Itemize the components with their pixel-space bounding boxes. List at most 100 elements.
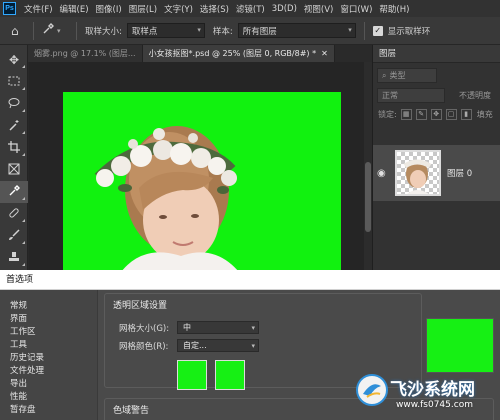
menu-3d[interactable]: 3D(D) — [272, 4, 297, 14]
menu-image[interactable]: 图像(I) — [96, 3, 122, 15]
opacity-label: 不透明度 — [459, 91, 491, 100]
category-workspace[interactable]: 工作区 — [0, 326, 97, 339]
lock-position-icon[interactable]: ✥ — [430, 109, 442, 120]
grid-color-select[interactable]: 自定... ▾ — [177, 339, 259, 352]
grid-size-value: 中 — [183, 323, 191, 332]
girl-photo — [94, 126, 238, 270]
eye-icon[interactable]: ◉ — [377, 168, 391, 179]
flyout-indicator — [22, 263, 25, 266]
blend-mode-value: 正常 — [382, 91, 398, 100]
chevron-down-icon: ▾ — [197, 26, 201, 34]
grid-color-swatch-1[interactable] — [177, 360, 207, 390]
divider — [363, 21, 365, 40]
stamp-icon — [8, 251, 20, 266]
lasso-tool[interactable] — [0, 93, 28, 115]
layer-name[interactable]: 图层 0 — [447, 167, 472, 179]
tab-label: 烟雾.png @ 17.1% (图层... — [34, 49, 136, 58]
layer-filter-select[interactable]: ⌕ 类型 — [377, 68, 437, 83]
category-performance[interactable]: 性能 — [0, 391, 97, 404]
menu-window[interactable]: 窗口(W) — [340, 3, 372, 15]
category-export[interactable]: 导出 — [0, 378, 97, 391]
sample-select[interactable]: 所有图层 ▾ — [237, 23, 356, 38]
layers-panel: 图层 ⌕ 类型 正常 不透明度 锁定: ▦ ✎ ✥ ▢ ▮ 填充 ◉ 图层 0 — [372, 45, 500, 270]
menu-help[interactable]: 帮助(H) — [379, 3, 409, 15]
menu-filter[interactable]: 滤镜(T) — [236, 3, 265, 15]
scrollbar-thumb[interactable] — [365, 162, 371, 232]
clone-stamp-tool[interactable] — [0, 247, 28, 269]
lasso-icon — [8, 97, 20, 112]
options-bar: ⌂ ▾ 取样大小: 取样点 ▾ 样本: 所有图层 ▾ ✓ 显示取样环 — [0, 17, 500, 45]
artboard[interactable] — [63, 92, 341, 270]
vertical-scrollbar[interactable] — [364, 62, 372, 270]
menu-bar: Ps 文件(F) 编辑(E) 图像(I) 图层(L) 文字(Y) 选择(S) 滤… — [0, 0, 500, 17]
watermark-logo — [356, 374, 388, 406]
category-interface[interactable]: 界面 — [0, 313, 97, 326]
category-history[interactable]: 历史记录 — [0, 352, 97, 365]
menu-file[interactable]: 文件(F) — [24, 3, 53, 15]
lock-label: 锁定: — [378, 110, 397, 119]
grid-size-label: 网格大小(G): — [119, 323, 170, 334]
category-general[interactable]: 常规 — [0, 300, 97, 313]
marquee-tool[interactable] — [0, 71, 28, 93]
lock-artboard-icon[interactable]: ▢ — [445, 109, 457, 120]
blend-mode-select[interactable]: 正常 — [377, 88, 445, 103]
grid-size-select[interactable]: 中 ▾ — [177, 321, 259, 334]
chevron-down-icon: ▾ — [251, 342, 255, 350]
brush-tool[interactable] — [0, 225, 28, 247]
lock-all-icon[interactable]: ▮ — [460, 109, 472, 120]
tab-layers[interactable]: 图层 — [373, 45, 500, 63]
menu-layer[interactable]: 图层(L) — [129, 3, 157, 15]
grid-color-swatch-2[interactable] — [215, 360, 245, 390]
photoshop-logo-icon[interactable]: Ps — [3, 2, 16, 15]
flyout-indicator — [22, 197, 25, 200]
grid-color-label: 网格颜色(R): — [119, 341, 169, 352]
healing-brush-icon — [8, 207, 20, 222]
eyedropper-tool[interactable] — [0, 181, 28, 203]
tab-label: 小女孩抠图*.psd @ 25% (图层 0, RGB/8#) * — [148, 49, 317, 58]
flyout-indicator — [22, 131, 25, 134]
crop-tool[interactable] — [0, 137, 28, 159]
category-scratch-disks[interactable]: 暂存盘 — [0, 404, 97, 417]
sample-size-select[interactable]: 取样点 ▾ — [126, 23, 205, 38]
document-canvas[interactable] — [29, 62, 364, 270]
layer-thumbnail — [395, 150, 441, 196]
dialog-title: 首选项 — [0, 270, 500, 290]
marquee-icon — [8, 75, 20, 89]
healing-brush-tool[interactable] — [0, 203, 28, 225]
move-tool[interactable]: ✥ — [0, 49, 28, 71]
eyedropper-icon — [42, 23, 54, 38]
category-file-handling[interactable]: 文件处理 — [0, 365, 97, 378]
lock-pixels-icon[interactable]: ✎ — [415, 109, 427, 120]
sample-label: 样本: — [212, 26, 233, 37]
group-title: 色域警告 — [113, 406, 150, 416]
magic-wand-tool[interactable] — [0, 115, 28, 137]
category-list: 常规 界面 工作区 工具 历史记录 文件处理 导出 性能 暂存盘 — [0, 290, 98, 420]
sample-value: 所有图层 — [242, 26, 277, 37]
frame-icon — [8, 163, 20, 178]
group-title: 透明区域设置 — [113, 301, 168, 311]
frame-tool[interactable] — [0, 159, 28, 181]
layer-filter-value: 类型 — [389, 71, 406, 80]
sample-size-value: 取样点 — [131, 26, 158, 37]
flyout-indicator — [22, 87, 25, 90]
tools-panel: ✥ — [0, 45, 28, 288]
show-ring-checkbox[interactable]: ✓ — [372, 25, 383, 36]
tool-preset-picker[interactable]: ▾ — [42, 23, 68, 38]
menu-select[interactable]: 选择(S) — [200, 3, 229, 15]
home-icon[interactable]: ⌂ — [11, 24, 25, 38]
layer-row[interactable]: ◉ 图层 0 — [373, 145, 500, 201]
lock-transparent-icon[interactable]: ▦ — [400, 109, 412, 120]
close-icon[interactable]: ✕ — [321, 45, 328, 62]
tab-girl-document[interactable]: 小女孩抠图*.psd @ 25% (图层 0, RGB/8#) * ✕ — [142, 45, 335, 62]
tab-smoke-document[interactable]: 烟雾.png @ 17.1% (图层... — [28, 45, 143, 62]
chevron-down-icon: ▾ — [348, 26, 352, 34]
menu-edit[interactable]: 编辑(E) — [60, 3, 89, 15]
watermark-url: www.fs0745.com — [396, 400, 473, 410]
category-tools[interactable]: 工具 — [0, 339, 97, 352]
menu-type[interactable]: 文字(Y) — [164, 3, 193, 15]
sample-size-label: 取样大小: — [85, 26, 122, 37]
brush-icon — [8, 228, 20, 244]
flyout-indicator — [22, 241, 25, 244]
menu-view[interactable]: 视图(V) — [304, 3, 333, 15]
flyout-indicator — [22, 219, 25, 222]
